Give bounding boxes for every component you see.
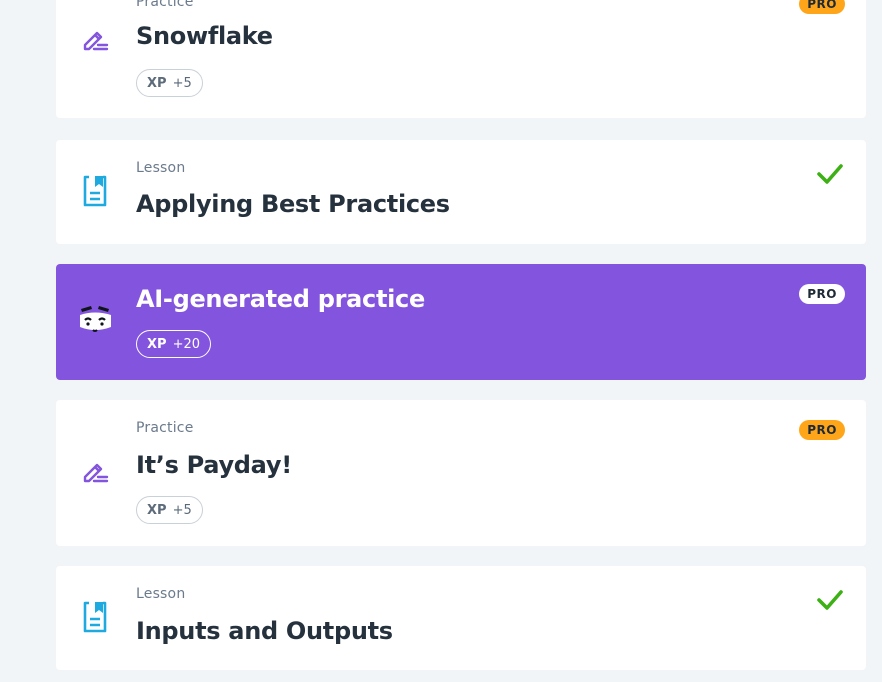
- book-icon: [80, 599, 110, 635]
- lesson-list: Practice Snowflake XP +5 PRO Lesson Appl…: [0, 0, 882, 682]
- lesson-card-inputs-and-outputs[interactable]: Lesson Inputs and Outputs: [56, 566, 866, 670]
- item-title: Inputs and Outputs: [136, 617, 393, 645]
- pro-badge: PRO: [799, 284, 845, 304]
- xp-label: XP: [147, 75, 167, 91]
- xp-badge: XP +5: [136, 496, 203, 524]
- xp-value: +20: [172, 336, 200, 352]
- item-title: Snowflake: [136, 22, 273, 50]
- pro-badge: PRO: [799, 0, 845, 14]
- xp-label: XP: [147, 336, 167, 352]
- pencil-icon: [80, 22, 110, 58]
- item-type-label: Lesson: [136, 160, 186, 176]
- ai-practice-card[interactable]: AI-generated practice XP +20 PRO: [56, 264, 866, 380]
- xp-label: XP: [147, 502, 167, 518]
- pro-badge: PRO: [799, 420, 845, 440]
- pencil-icon: [80, 454, 110, 490]
- book-icon: [80, 173, 110, 209]
- item-title: AI-generated practice: [136, 285, 425, 313]
- xp-value: +5: [172, 502, 192, 518]
- lesson-card-applying-best-practices[interactable]: Lesson Applying Best Practices: [56, 140, 866, 244]
- item-type-label: Practice: [136, 0, 194, 10]
- xp-badge: XP +20: [136, 330, 211, 358]
- practice-card-its-payday[interactable]: Practice It’s Payday! XP +5 PRO: [56, 400, 866, 546]
- completed-check-icon: [817, 164, 843, 184]
- xp-value: +5: [172, 75, 192, 91]
- item-title: It’s Payday!: [136, 451, 292, 479]
- practice-card-snowflake[interactable]: Practice Snowflake XP +5 PRO: [56, 0, 866, 118]
- ai-mascot-icon: [76, 302, 116, 338]
- completed-check-icon: [817, 590, 843, 610]
- xp-badge: XP +5: [136, 69, 203, 97]
- item-type-label: Lesson: [136, 586, 186, 602]
- item-title: Applying Best Practices: [136, 190, 450, 218]
- item-type-label: Practice: [136, 420, 194, 436]
